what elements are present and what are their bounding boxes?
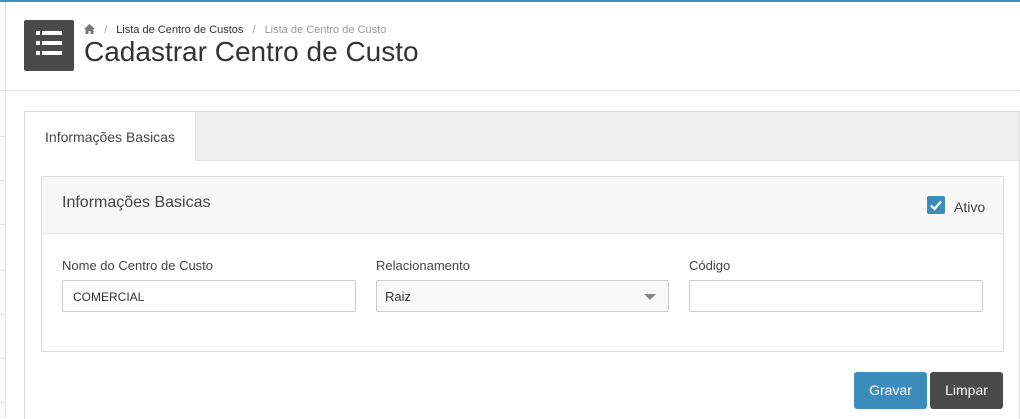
page-title: Cadastrar Centro de Custo <box>84 36 419 67</box>
save-button[interactable]: Gravar <box>854 372 927 409</box>
relacionamento-select[interactable]: Raiz <box>376 280 669 312</box>
breadcrumb-link-lista[interactable]: Lista de Centro de Custos <box>116 24 243 36</box>
nome-label: Nome do Centro de Custo <box>62 258 214 273</box>
basic-info-panel: Informações Basicas Ativo Nome do Centro… <box>41 176 1004 352</box>
ativo-checkbox[interactable] <box>927 196 945 214</box>
ativo-label: Ativo <box>954 199 986 215</box>
nome-input[interactable]: COMERCIAL <box>62 280 356 312</box>
panel-header: Informações Basicas Ativo <box>42 177 1003 234</box>
breadcrumb: / Lista de Centro de Custos / Lista de C… <box>84 24 386 36</box>
nome-value: COMERCIAL <box>73 290 145 304</box>
breadcrumb-separator: / <box>104 24 108 36</box>
form-card: Informações Basicas Informações Basicas … <box>24 111 1020 419</box>
panel-title: Informações Basicas <box>62 194 211 211</box>
page-header: / Lista de Centro de Custos / Lista de C… <box>6 2 1020 91</box>
relacionamento-label: Relacionamento <box>376 258 470 273</box>
chevron-down-icon <box>644 294 656 300</box>
breadcrumb-separator: / <box>252 24 256 36</box>
checkmark-icon <box>930 200 942 211</box>
relacionamento-value: Raiz <box>385 289 412 304</box>
breadcrumb-current: Lista de Centro de Custo <box>264 24 387 36</box>
menu-toggle-button[interactable] <box>24 20 74 71</box>
tab-bar: Informações Basicas <box>25 112 1019 161</box>
codigo-input[interactable] <box>689 280 983 312</box>
codigo-label: Código <box>689 258 731 273</box>
tab-informacoes-basicas[interactable]: Informações Basicas <box>25 112 196 161</box>
clear-button[interactable]: Limpar <box>930 372 1003 409</box>
hamburger-menu-icon <box>40 28 42 64</box>
home-icon[interactable] <box>84 24 95 34</box>
